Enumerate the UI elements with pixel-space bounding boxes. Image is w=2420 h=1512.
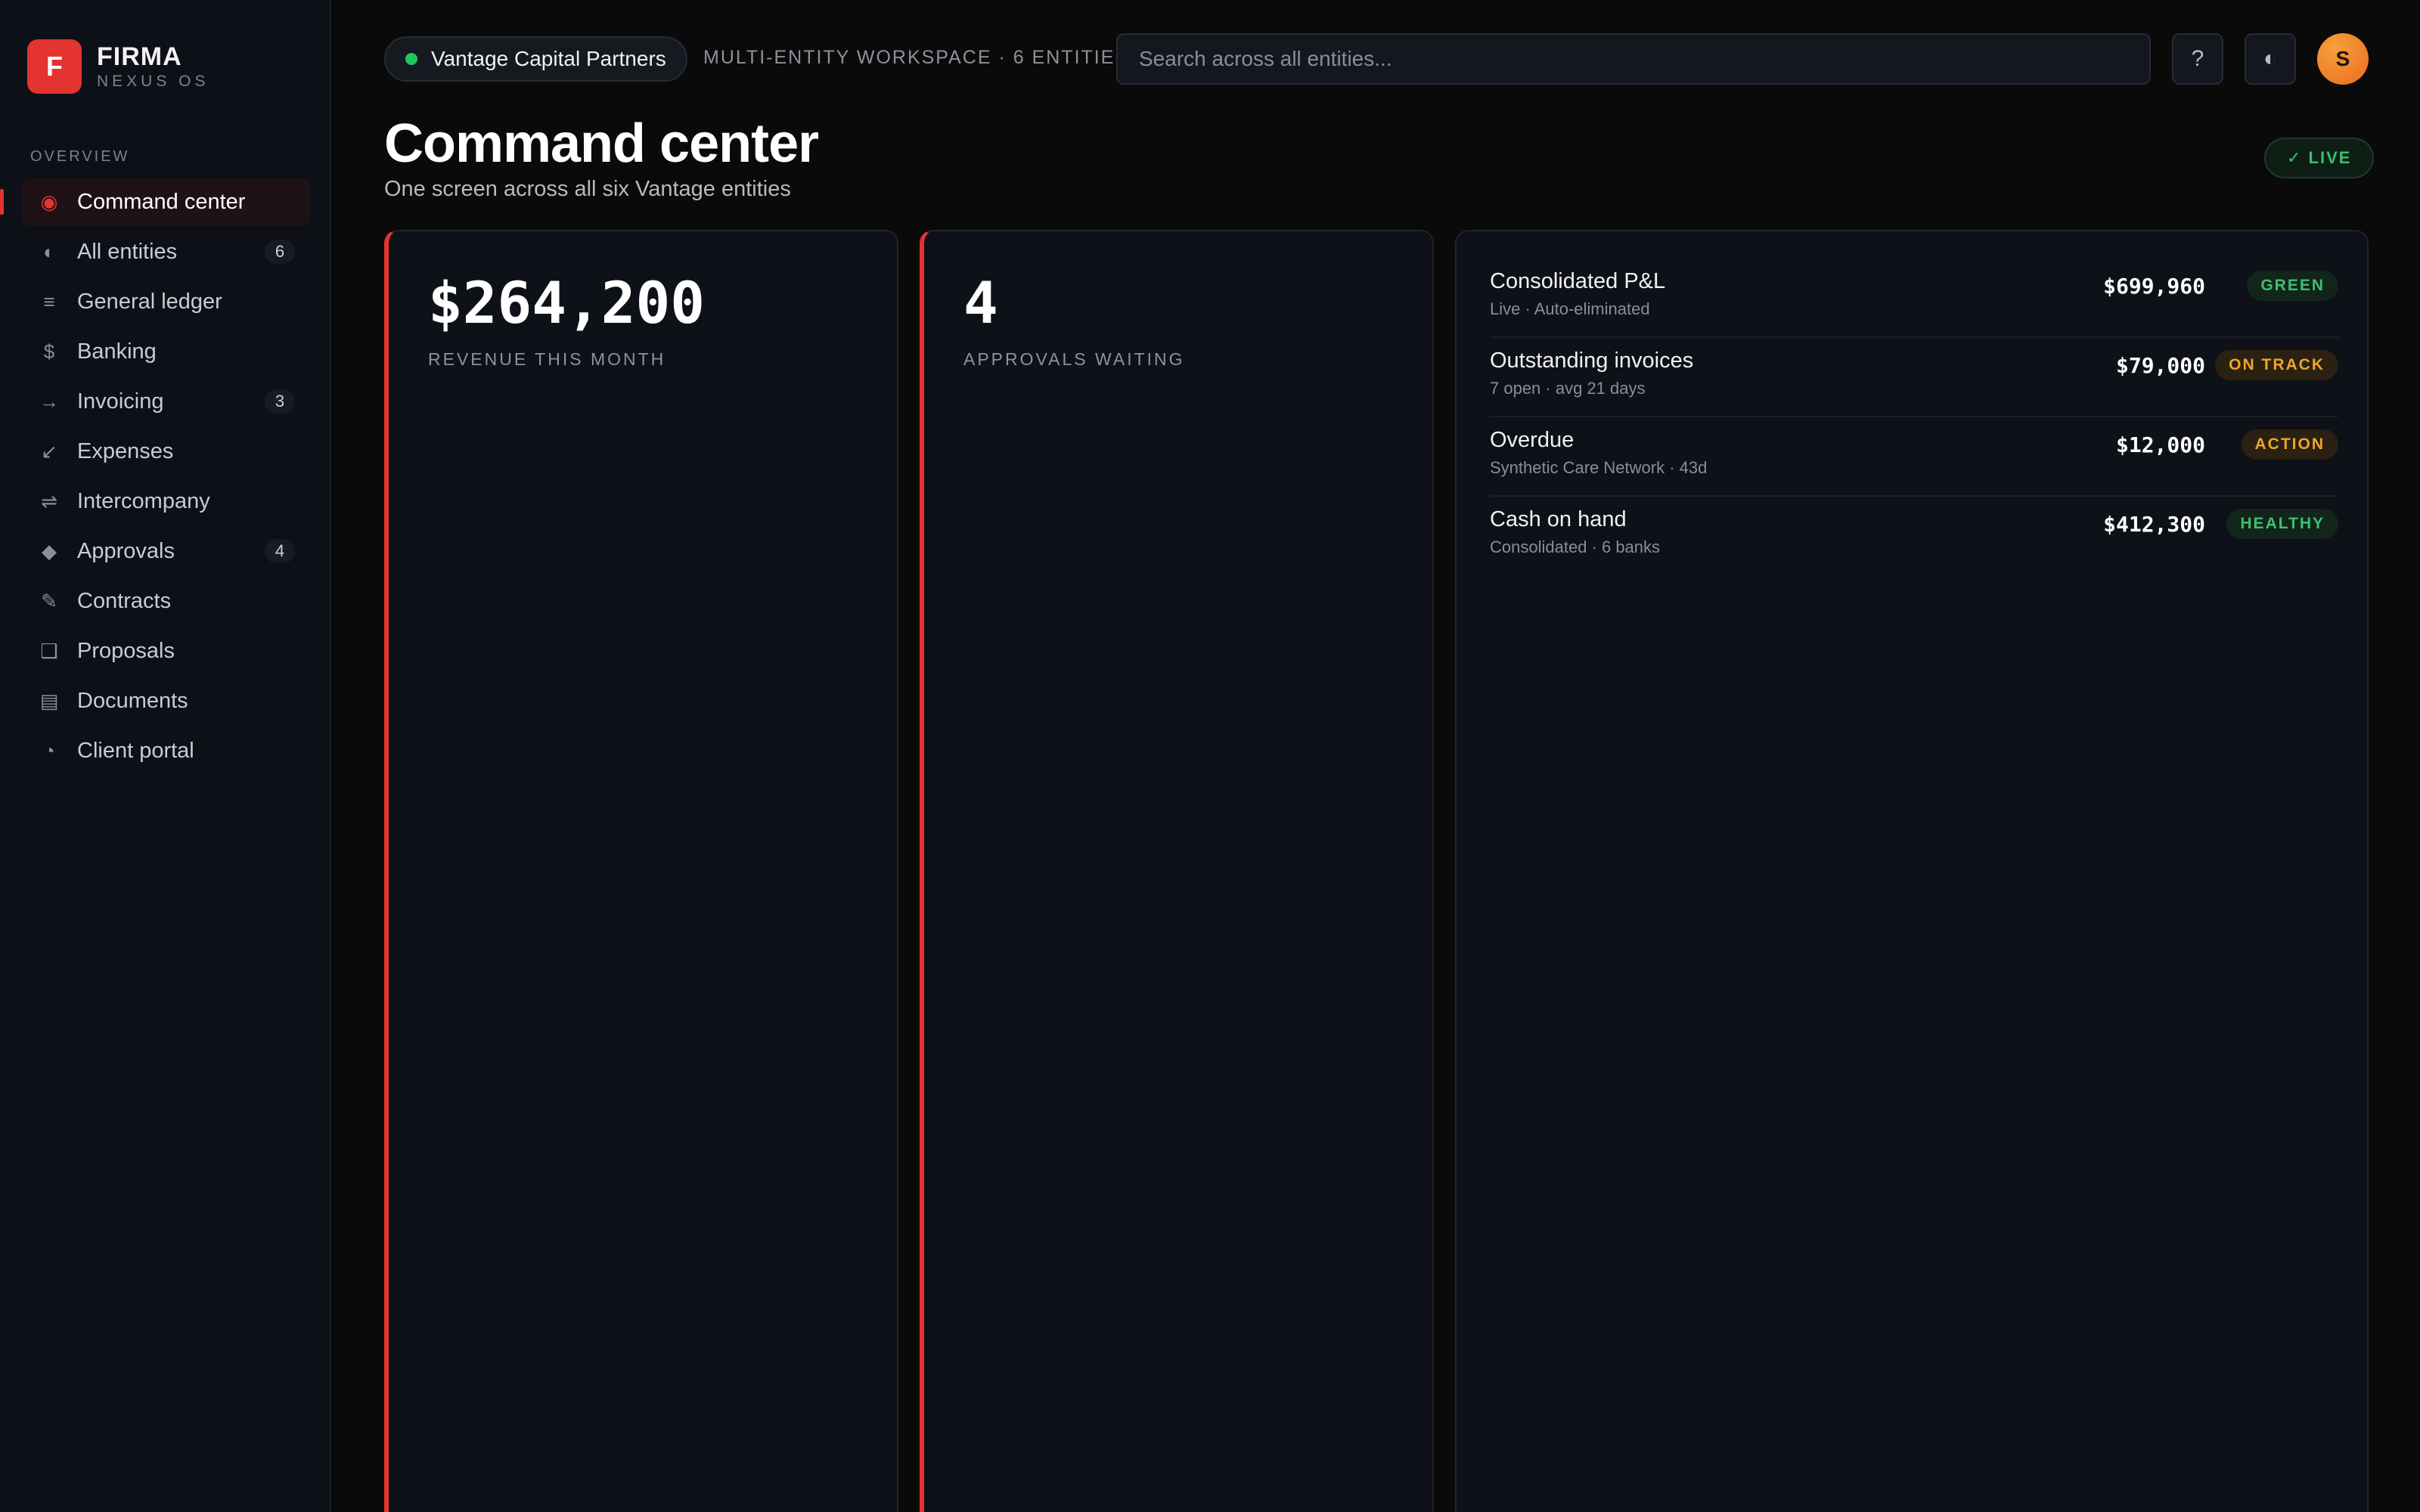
brand[interactable]: F FIRMA NEXUS OS [27,39,209,94]
summary-row[interactable]: Consolidated P&L Live · Auto-eliminated $6… [1490,259,2338,338]
theme-toggle-button[interactable]: ◐ [2245,33,2296,85]
sidebar-item-label: Banking [77,339,157,364]
summary-row-amount: $12,000 [2115,432,2205,457]
sidebar-item-banking[interactable]: $ Banking [21,328,310,375]
sidebar-item-all-entities[interactable]: ◐ All entities 6 [21,228,310,275]
avatar[interactable]: S [2317,33,2369,85]
pencil-icon: ✎ [41,589,57,612]
dollar-icon: $ [43,339,55,363]
page-title: Command center [384,113,819,174]
summary-row-title: Overdue [1490,428,1575,452]
sidebar-item-intercompany[interactable]: ⇌ Intercompany [21,478,310,525]
kpi-label: APPROVALS WAITING [963,349,1185,369]
sidebar: F FIRMA NEXUS OS OVERVIEW ◉ Command cente… [0,0,331,1512]
status-badge: GREEN [2247,271,2338,301]
theme-icon: ◐ [2263,46,2278,71]
sidebar-item-command-center[interactable]: ◉ Command center [0,178,310,225]
diamond-icon: ◆ [42,539,57,562]
help-button[interactable]: ? [2172,33,2223,85]
sidebar-item-label: All entities [77,239,178,264]
sidebar-item-label: Approvals [77,538,175,563]
sidebar-nav: ◉ Command center ◐ All entities 6 ≡ General le… [0,178,310,777]
nav-count-badge: 3 [265,389,295,414]
brand-name: FIRMA [97,42,182,71]
sidebar-item-approvals[interactable]: ◆ Approvals 4 [21,528,310,575]
summary-row-title: Cash on hand [1490,507,1627,531]
swap-icon: ⇌ [41,489,57,513]
summary-row-subtitle: Synthetic Care Network · 43d [1490,458,1708,477]
arrow-right-icon: → [39,389,59,413]
arrow-down-left-icon: ↙ [41,439,57,463]
sidebar-item-label: General ledger [77,289,222,314]
sidebar-item-label: Documents [77,688,188,713]
sidebar-item-label: Command center [77,189,246,214]
pie-icon: ◔ [43,739,55,762]
live-status-badge: ✓ LIVE [2264,138,2375,178]
lines-icon: ≡ [43,290,55,313]
summary-row-subtitle: Consolidated · 6 banks [1490,538,1661,556]
nav-count-badge: 6 [265,240,295,264]
entity-name: Vantage Capital Partners [431,47,666,70]
summary-row-amount: $412,300 [2103,512,2205,537]
workspace-label: MULTI-ENTITY WORKSPACE · 6 ENTITIES [703,47,1130,68]
brand-logo: F [27,39,82,94]
status-dot-icon [405,53,417,65]
square-icon: ❑ [40,639,58,662]
summary-row-subtitle: Live · Auto-eliminated [1490,299,1650,318]
search-input[interactable] [1116,33,2151,85]
summary-row-amount: $699,960 [2103,274,2205,299]
section-label-overview: OVERVIEW [30,148,130,165]
app-root: F FIRMA NEXUS OS OVERVIEW ◉ Command cente… [0,0,2420,1512]
help-icon: ? [2191,46,2204,71]
kpi-card-approvals[interactable]: 4 APPROVALS WAITING [920,230,1434,1512]
summary-row-subtitle: 7 open · avg 21 days [1490,379,1646,398]
sidebar-item-general-ledger[interactable]: ≡ General ledger [21,278,310,325]
page-subtitle: One screen across all six Vantage entiti… [384,177,791,201]
sidebar-item-documents[interactable]: ▤ Documents [21,677,310,724]
sidebar-item-label: Proposals [77,638,175,663]
sidebar-item-label: Intercompany [77,488,210,513]
kpi-label: REVENUE THIS MONTH [428,349,666,369]
half-circle-icon: ◐ [43,240,55,263]
summary-row[interactable]: Cash on hand Consolidated · 6 banks $412,3… [1490,497,2338,576]
sidebar-item-label: Expenses [77,438,174,463]
summary-row[interactable]: Overdue Synthetic Care Network · 43d $12,0… [1490,417,2338,497]
summary-row-title: Outstanding invoices [1490,349,1694,373]
brand-text: FIRMA NEXUS OS [97,42,209,91]
status-badge: ON TRACK [2215,350,2338,380]
sidebar-item-client-portal[interactable]: ◔ Client portal [21,727,310,774]
document-icon: ▤ [39,689,59,712]
target-icon: ◉ [40,190,58,213]
brand-subtitle: NEXUS OS [97,73,209,90]
nav-count-badge: 4 [265,539,295,563]
status-badge: ACTION [2241,429,2338,460]
sidebar-item-expenses[interactable]: ↙ Expenses [21,428,310,475]
sidebar-item-invoicing[interactable]: → Invoicing 3 [21,378,310,425]
status-badge: HEALTHY [2226,509,2338,539]
kpi-value: 4 [963,269,998,336]
kpi-value: $264,200 [428,269,706,336]
summary-row-title: Consolidated P&L [1490,269,1666,293]
summary-row[interactable]: Outstanding invoices 7 open · avg 21 days… [1490,338,2338,417]
sidebar-item-contracts[interactable]: ✎ Contracts [21,578,310,624]
summary-card: Consolidated P&L Live · Auto-eliminated $6… [1455,230,2369,1512]
summary-row-amount: $79,000 [2115,353,2205,378]
sidebar-item-label: Client portal [77,738,194,763]
kpi-card-revenue[interactable]: $264,200 REVENUE THIS MONTH [384,230,898,1512]
sidebar-item-label: Contracts [77,588,172,613]
sidebar-item-label: Invoicing [77,389,164,414]
entity-switcher[interactable]: Vantage Capital Partners [384,36,687,82]
sidebar-item-proposals[interactable]: ❑ Proposals [21,627,310,674]
